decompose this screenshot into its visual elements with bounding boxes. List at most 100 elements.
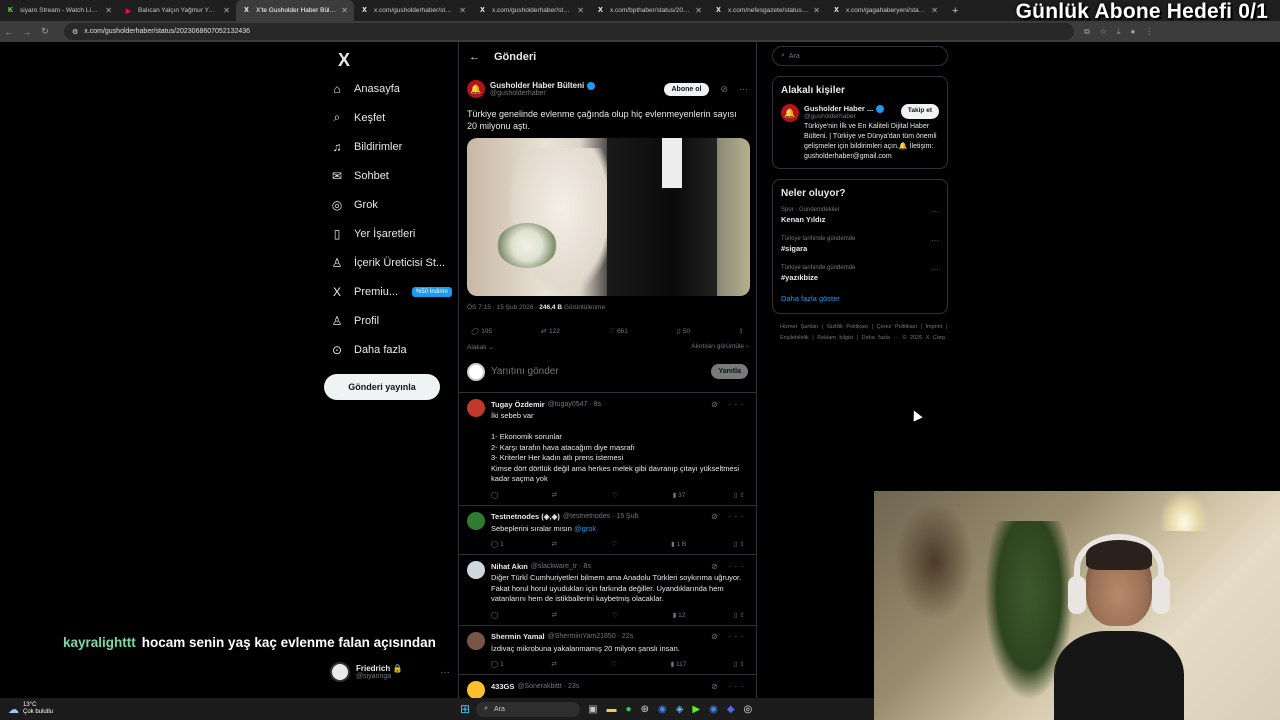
like-button[interactable]: ♡ (611, 660, 623, 668)
more-icon[interactable]: ⊘ ··· (711, 562, 748, 571)
reply-handle[interactable]: @Sonerakbittt · 23s (517, 683, 579, 690)
grok-icon[interactable]: ⊘ (720, 84, 728, 95)
repost-button[interactable]: ⇄ (552, 611, 564, 619)
bookmark-icon[interactable]: ▯ ⇪ (734, 611, 746, 619)
reply-input[interactable]: Yanıtını gönder (491, 366, 559, 377)
reply-handle[interactable]: @slackware_tr · 8s (531, 563, 591, 570)
chrome-icon-2[interactable]: ◉ (709, 704, 718, 715)
close-tab-icon[interactable]: ✕ (341, 6, 348, 15)
nav-item-i-çerik-üreticisi-st[interactable]: ♙ İçerik Üreticisi St... (322, 248, 452, 277)
more-icon[interactable]: ⊘ ··· (711, 400, 748, 409)
trend-item[interactable]: Türkiye tarihinde gündemde #yazıkbize ··· (781, 265, 939, 282)
nav-item-yer-i-şaretleri[interactable]: ▯ Yer İşaretleri (322, 219, 452, 248)
new-tab-icon[interactable]: + (944, 5, 966, 17)
nav-item-daha-fazla[interactable]: ⊙ Daha fazla (322, 335, 452, 364)
reply-button[interactable]: ◯ 1 (491, 540, 504, 548)
close-tab-icon[interactable]: ✕ (695, 6, 702, 15)
close-tab-icon[interactable]: ✕ (459, 6, 466, 15)
browser-tab[interactable]: Xx.com/gagahaberyeni/status/20 ✕ (826, 0, 944, 21)
author-handle[interactable]: @gusholderhaber (490, 90, 595, 97)
nav-item-profil[interactable]: ♙ Profil (322, 306, 452, 335)
reply-button[interactable]: ◯ 1 (491, 660, 504, 668)
avatar[interactable] (467, 631, 485, 650)
browser-tab[interactable]: Xx.com/gusholderhaber/status/2023068 ✕ (354, 0, 472, 21)
views-button[interactable]: ▮ 12 (673, 611, 686, 619)
close-tab-icon[interactable]: ✕ (931, 6, 938, 15)
post-image[interactable] (467, 138, 750, 296)
close-tab-icon[interactable]: ✕ (577, 6, 584, 15)
bookmark-button[interactable]: ▯ 50 (676, 327, 690, 336)
file-explorer-icon[interactable]: ▬ (607, 704, 617, 715)
reload-icon[interactable]: ↻ (36, 26, 54, 37)
subscribe-button[interactable]: Abone ol (663, 82, 710, 96)
nav-item-anasayfa[interactable]: ⌂ Anasayfa (322, 74, 452, 103)
site-info-icon[interactable]: ⚙ (72, 28, 78, 36)
browser-tab[interactable]: X X'te Gusholder Haber Bülteni: "Türkiye ✕ (236, 0, 354, 21)
more-icon[interactable]: ··· (931, 207, 939, 224)
bookmark-icon[interactable]: ▯ ⇪ (734, 660, 746, 668)
extensions-icon[interactable]: ⧉ (1084, 27, 1090, 37)
search-input[interactable]: ⌕ Ara (772, 46, 948, 66)
reply-post[interactable]: 433GS @Sonerakbittt · 23s ⊘ ··· (459, 675, 756, 700)
more-icon[interactable]: ··· (739, 84, 748, 94)
post-time[interactable]: ÖS 7:15 · 15 Şub 2026 · (467, 304, 539, 311)
avatar[interactable] (467, 511, 485, 530)
trend-item[interactable]: Spor · Gündemdekiler Kenan Yıldız ··· (781, 207, 939, 224)
trend-item[interactable]: Türkiye tarihinde gündemde #sigara ··· (781, 236, 939, 253)
reply-handle[interactable]: @tugay0547 · 8s (548, 401, 601, 408)
footer-links[interactable]: Hizmet Şartları | Gizlilik Politikası | … (772, 322, 948, 344)
more-icon[interactable]: ⊘ ··· (711, 632, 748, 641)
reply-handle[interactable]: @testnetnodes · 15 Şub (563, 513, 639, 520)
reply-author[interactable]: Nihat Akın (491, 562, 528, 571)
reply-button[interactable]: ◯ (491, 491, 503, 499)
reply-post[interactable]: Tugay Özdemir @tugay0547 · 8s ⊘ ··· İki … (459, 393, 756, 506)
forward-icon[interactable]: → (18, 27, 36, 37)
author-name[interactable]: Gusholder Haber Bülteni (490, 81, 584, 90)
spotify-icon[interactable]: ● (626, 704, 632, 715)
show-more-link[interactable]: Daha fazla göster (781, 294, 939, 303)
bookmark-icon[interactable]: ▯ ⇪ (734, 491, 746, 499)
share-icon[interactable]: ⇪ (739, 327, 744, 335)
reply-handle[interactable]: @ShermiinYam21850 · 22s (548, 633, 634, 640)
like-button[interactable]: ♡ 661 (608, 327, 628, 336)
author-avatar[interactable]: 🔔 (781, 104, 799, 122)
x-logo-icon[interactable]: X (330, 46, 358, 74)
account-switcher[interactable]: Friedrich 🔒 @siyaringa ··· (330, 662, 450, 682)
steam-icon[interactable]: ◈ (676, 704, 684, 715)
like-button[interactable]: ♡ (611, 540, 623, 548)
browser-tab[interactable]: ▶ Balıcan Yalçın Yağmur Yağar Bana ✕ (118, 0, 236, 21)
more-icon[interactable]: ⊘ ··· (711, 512, 748, 521)
reply-post[interactable]: Shermin Yamal @ShermiinYam21850 · 22s ⊘ … (459, 626, 756, 675)
windows-start-icon[interactable]: ⊞ (460, 702, 470, 716)
avatar[interactable] (467, 561, 485, 579)
sort-relevant[interactable]: Alakalı ⌄ (467, 343, 494, 351)
repost-button[interactable]: ⇄ (552, 491, 564, 499)
bookmark-icon[interactable]: ▯ ⇪ (734, 540, 746, 548)
browser-tab[interactable]: Xx.com/nefesgazete/status/2023 ✕ (708, 0, 826, 21)
view-quotes-link[interactable]: Alıntıları görüntüle › (691, 343, 748, 351)
app-icon-2[interactable]: ◎ (744, 704, 753, 715)
mention-link[interactable]: @grok (574, 524, 596, 533)
more-icon[interactable]: ··· (931, 265, 939, 282)
weather-widget[interactable]: ☁ 13°C Çok bulutlu (0, 702, 460, 716)
more-icon[interactable]: ··· (440, 667, 450, 678)
menu-icon[interactable]: ⋮ (1145, 27, 1153, 37)
bookmark-star-icon[interactable]: ☆ (1100, 27, 1107, 37)
close-tab-icon[interactable]: ✕ (223, 6, 230, 15)
profile-icon[interactable]: ● (1130, 27, 1135, 37)
back-arrow-icon[interactable]: ← (469, 51, 480, 63)
post-button[interactable]: Gönderi yayınla (324, 374, 440, 400)
person-handle[interactable]: @gusholderhaber (804, 113, 884, 120)
avatar[interactable] (467, 681, 485, 699)
browser-tab[interactable]: Xx.com/gusholderhaber/status/20230 ✕ (472, 0, 590, 21)
nav-item-sohbet[interactable]: ✉ Sohbet (322, 161, 452, 190)
back-icon[interactable]: ← (0, 27, 18, 37)
repost-button[interactable]: ⇄ (552, 540, 564, 548)
nav-item-grok[interactable]: ◎ Grok (322, 190, 452, 219)
download-icon[interactable]: ⤓ (1117, 27, 1121, 37)
close-tab-icon[interactable]: ✕ (105, 6, 112, 15)
reply-post[interactable]: Testnetnodes (◈,◈) @testnetnodes · 15 Şu… (459, 506, 756, 555)
browser-tab[interactable]: Xx.com/bpthaber/status/20230 ✕ (590, 0, 708, 21)
taskbar-search[interactable]: ⌕ Ara (476, 701, 581, 717)
nav-item-keşfet[interactable]: ⌕ Keşfet (322, 103, 452, 132)
